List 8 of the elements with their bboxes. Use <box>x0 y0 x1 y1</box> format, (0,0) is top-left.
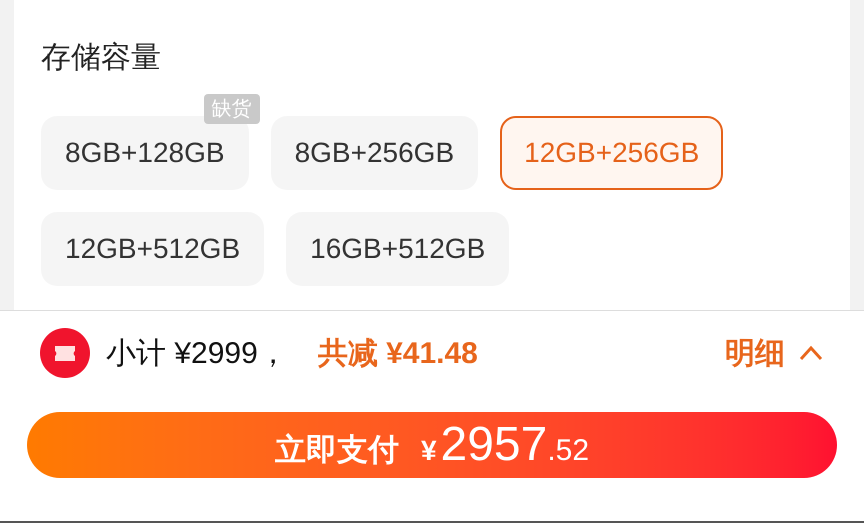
subtotal-text: 小计 ¥2999， <box>106 336 288 372</box>
option-chip[interactable]: 16GB+512GB <box>286 212 510 286</box>
chevron-up-icon <box>799 345 823 361</box>
section-title: 存储容量 <box>41 40 162 76</box>
discount-text: 共减 ¥41.48 <box>318 336 478 372</box>
ticket-icon <box>40 328 90 378</box>
option-chip[interactable]: 12GB+512GB <box>41 212 264 286</box>
option-chip[interactable]: 8GB+256GB <box>270 116 478 190</box>
